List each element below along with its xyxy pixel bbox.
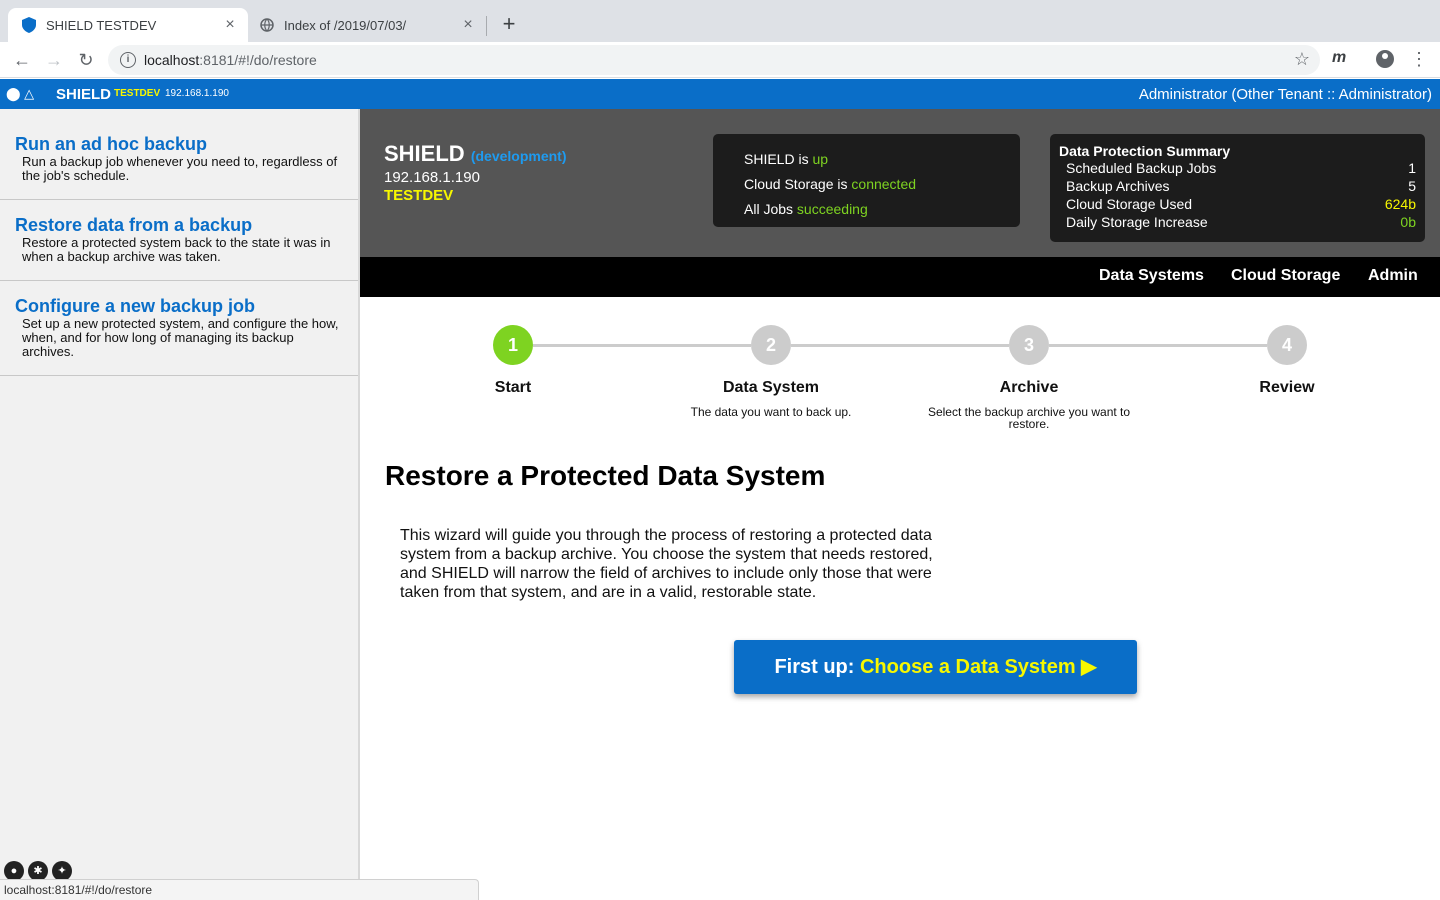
os-platform-icons: ⬤ △ (6, 86, 35, 101)
wizard-connector (1049, 344, 1267, 347)
gear-icon[interactable]: ✱ (28, 861, 48, 881)
instance-ip: 192.168.1.190 (384, 169, 480, 186)
info-icon[interactable]: i (120, 52, 136, 68)
sidebar-item-title[interactable]: Restore data from a backup (15, 216, 343, 234)
wizard-step-label: Archive (999, 379, 1059, 396)
wizard-step-3[interactable]: 3 (1009, 325, 1049, 365)
globe-favicon-icon (260, 18, 274, 32)
nav-data-systems[interactable]: Data Systems (1099, 267, 1204, 285)
wizard-connector (791, 344, 1009, 347)
wizard-step-label: Review (1259, 379, 1315, 396)
user-menu[interactable]: Administrator (Other Tenant :: Administr… (1139, 86, 1432, 103)
profile-icon[interactable] (1376, 50, 1394, 68)
social-links: ● ✱ ✦ (4, 861, 72, 881)
summary-row: Scheduled Backup Jobs 1 (1066, 160, 1416, 176)
env-label: TESTDEV (114, 88, 161, 99)
wizard-intro-text: This wizard will guide you through the p… (400, 527, 933, 601)
tab-close-icon[interactable]: × (456, 16, 480, 34)
github-icon[interactable]: ● (4, 861, 24, 881)
cta-highlight: Choose a Data System ▶ (859, 656, 1097, 678)
reload-icon[interactable]: ↻ (74, 48, 98, 72)
sidebar-item-desc: Set up a new protected system, and confi… (22, 316, 339, 359)
sidebar-item-configure-job[interactable]: Configure a new backup job Set up a new … (0, 281, 358, 376)
app-header: ⬤ △ SHIELD TESTDEV 192.168.1.190 Adminis… (0, 79, 1440, 109)
nav-cloud-storage[interactable]: Cloud Storage (1231, 267, 1340, 285)
tab-close-icon[interactable]: × (218, 16, 242, 34)
tab-title: SHIELD TESTDEV (46, 17, 157, 33)
twitter-icon[interactable]: ✦ (52, 861, 72, 881)
status-cloud-storage: Cloud Storage is connected (744, 176, 917, 192)
nav-admin[interactable]: Admin (1368, 267, 1418, 285)
status-jobs: All Jobs succeeding (744, 201, 868, 217)
extension-icon[interactable]: m (1332, 49, 1346, 67)
address-bar[interactable]: i localhost:8181/#!/do/restore ☆ (108, 45, 1320, 75)
data-protection-summary: Data Protection Summary Scheduled Backup… (1050, 134, 1425, 242)
sidebar-item-title[interactable]: Run an ad hoc backup (15, 135, 343, 153)
browser-tab-bar: SHIELD TESTDEV × Index of /2019/07/03/ ×… (0, 0, 1440, 42)
forward-arrow-icon[interactable]: → (42, 48, 66, 72)
dashboard-header: SHIELD (development) 192.168.1.190 TESTD… (360, 109, 1440, 257)
tab-index[interactable]: Index of /2019/07/03/ × (250, 8, 486, 42)
sidebar-item-restore[interactable]: Restore data from a backup Restore a pro… (0, 200, 358, 281)
url-host: localhost (144, 52, 200, 68)
instance-name: SHIELD (development) (384, 141, 567, 167)
bookmark-star-icon[interactable]: ☆ (1294, 49, 1310, 70)
wizard-connector (533, 344, 751, 347)
wizard-step-1[interactable]: 1 (493, 325, 533, 365)
instance-env: TESTDEV (384, 187, 454, 204)
tab-divider (486, 16, 487, 36)
wizard-step-2[interactable]: 2 (751, 325, 791, 365)
browser-toolbar: ← → ↻ i localhost:8181/#!/do/restore ☆ (0, 42, 1440, 78)
app-brand[interactable]: SHIELD (56, 86, 111, 103)
instance-title: SHIELD (384, 141, 465, 166)
sidebar-item-desc: Run a backup job whenever you need to, r… (22, 154, 338, 183)
wizard-step-label: Start (494, 379, 532, 396)
sidebar: Run an ad hoc backup Run a backup job wh… (0, 109, 360, 900)
summary-row: Cloud Storage Used 624b (1066, 196, 1416, 212)
summary-title: Data Protection Summary (1059, 143, 1231, 159)
page-title: Restore a Protected Data System (385, 460, 826, 491)
url-path: :8181/#!/do/restore (199, 52, 317, 68)
new-tab-button[interactable]: + (496, 12, 522, 38)
shield-favicon-icon (22, 17, 36, 33)
choose-data-system-button[interactable]: First up: Choose a Data System ▶ (734, 640, 1137, 694)
wizard-step-desc: The data you want to back up. (690, 405, 852, 419)
tab-shield[interactable]: SHIELD TESTDEV × (8, 8, 248, 42)
health-status-box: SHIELD is up Cloud Storage is connected … (713, 134, 1020, 227)
sidebar-item-desc: Restore a protected system back to the s… (22, 235, 331, 264)
sidebar-item-title[interactable]: Configure a new backup job (15, 297, 343, 315)
instance-mode: (development) (470, 148, 567, 164)
summary-row: Daily Storage Increase 0b (1066, 214, 1416, 230)
more-menu-icon[interactable]: ⋮ (1410, 48, 1428, 70)
wizard-step-4[interactable]: 4 (1267, 325, 1307, 365)
browser-status-url: localhost:8181/#!/do/restore (0, 879, 479, 900)
sidebar-item-adhoc-backup[interactable]: Run an ad hoc backup Run a backup job wh… (0, 109, 358, 200)
wizard-step-desc: Select the backup archive you want to re… (927, 405, 1131, 431)
wizard-step-label: Data System (722, 379, 820, 396)
main-nav: Data Systems Cloud Storage Admin (360, 257, 1440, 297)
ip-label: 192.168.1.190 (165, 88, 229, 99)
status-shield: SHIELD is up (744, 151, 829, 167)
back-arrow-icon[interactable]: ← (10, 48, 34, 72)
tab-title: Index of /2019/07/03/ (284, 17, 407, 33)
cta-prefix: First up: (774, 656, 860, 678)
summary-row: Backup Archives 5 (1066, 178, 1416, 194)
